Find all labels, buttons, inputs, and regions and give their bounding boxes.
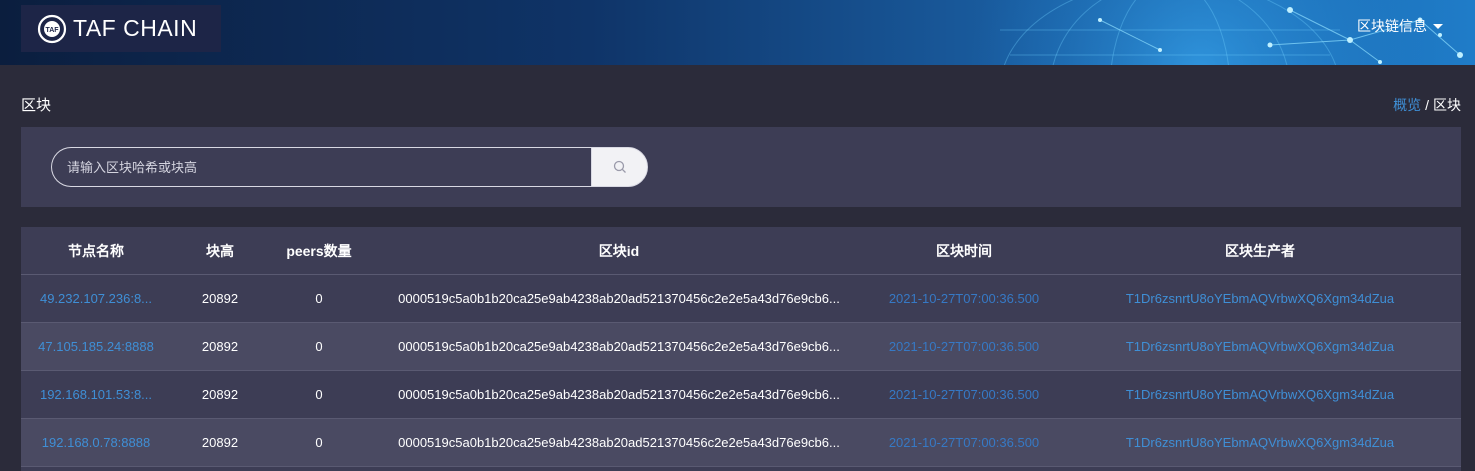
node-link[interactable]: 192.168.101.53:8... [40, 387, 152, 402]
table-row: 47.105.185.24:8888 20892 0 0000519c5a0b1… [21, 322, 1461, 371]
peers-count: 0 [269, 418, 369, 467]
block-height: 20892 [171, 274, 269, 323]
logo-text: TAF CHAIN [73, 15, 198, 41]
peers-count: 0 [269, 322, 369, 371]
search-button[interactable] [591, 147, 648, 187]
node-link[interactable]: 192.168.0.78:8888 [42, 435, 150, 450]
producer-link[interactable]: T1Dr6zsnrtU8oYEbmAQVrbwXQ6Xgm34dZua [1126, 291, 1394, 306]
producer-link[interactable]: T1Dr6zsnrtU8oYEbmAQVrbwXQ6Xgm34dZua [1126, 435, 1394, 450]
breadcrumb: 概览 / 区块 [1393, 95, 1461, 115]
block-height: 20892 [171, 322, 269, 371]
block-height: 20892 [171, 370, 269, 419]
column-header-time: 区块时间 [869, 227, 1059, 275]
chain-info-menu-label: 区块链信息 [1357, 18, 1427, 34]
table-row: 49.232.107.236:8... 20892 0 0000519c5a0b… [21, 274, 1461, 323]
block-time: 2021-10-27T07:00:36.500 [888, 339, 1040, 354]
block-time: 2021-10-27T07:00:36.500 [888, 435, 1040, 450]
block-table: 节点名称 块高 peers数量 区块id 区块时间 区块生产者 49.232.1… [21, 227, 1461, 467]
logo[interactable]: TAF TAF CHAIN [21, 5, 221, 52]
node-link[interactable]: 49.232.107.236:8... [40, 291, 152, 306]
peers-count: 0 [269, 370, 369, 419]
block-height: 20892 [171, 418, 269, 467]
block-time: 2021-10-27T07:00:36.500 [888, 291, 1040, 306]
table-row: 192.168.0.78:8888 20892 0 0000519c5a0b1b… [21, 418, 1461, 467]
peers-count: 0 [269, 274, 369, 323]
column-header-producer: 区块生产者 [1059, 227, 1461, 275]
column-header-node: 节点名称 [21, 227, 171, 275]
breadcrumb-current: 区块 [1433, 97, 1461, 113]
block-id: 0000519c5a0b1b20ca25e9ab4238ab20ad521370… [369, 418, 869, 467]
globe-network-graphic [970, 0, 1463, 65]
column-header-peers: peers数量 [269, 227, 369, 275]
search-panel [21, 127, 1461, 207]
taf-logo-icon: TAF [37, 14, 67, 44]
search-input[interactable] [51, 147, 591, 187]
breadcrumb-home-link[interactable]: 概览 [1393, 95, 1421, 115]
chevron-down-icon [1433, 23, 1443, 29]
block-time: 2021-10-27T07:00:36.500 [888, 387, 1040, 402]
page-title: 区块 [21, 97, 52, 114]
search-box [51, 147, 648, 187]
block-id: 0000519c5a0b1b20ca25e9ab4238ab20ad521370… [369, 274, 869, 323]
block-table-panel: 节点名称 块高 peers数量 区块id 区块时间 区块生产者 49.232.1… [21, 227, 1461, 471]
block-id: 0000519c5a0b1b20ca25e9ab4238ab20ad521370… [369, 370, 869, 419]
producer-link[interactable]: T1Dr6zsnrtU8oYEbmAQVrbwXQ6Xgm34dZua [1126, 387, 1394, 402]
block-id: 0000519c5a0b1b20ca25e9ab4238ab20ad521370… [369, 322, 869, 371]
chain-info-menu[interactable]: 区块链信息 [1357, 16, 1443, 36]
table-row: 192.168.101.53:8... 20892 0 0000519c5a0b… [21, 370, 1461, 419]
node-link[interactable]: 47.105.185.24:8888 [38, 339, 154, 354]
table-header-row: 节点名称 块高 peers数量 区块id 区块时间 区块生产者 [21, 227, 1461, 275]
column-header-block-id: 区块id [369, 227, 869, 275]
column-header-height: 块高 [171, 227, 269, 275]
svg-text:TAF: TAF [45, 27, 59, 34]
breadcrumb-separator: / [1425, 97, 1429, 113]
top-header: TAF TAF CHAIN 区块链信息 [0, 0, 1475, 65]
search-icon [613, 160, 626, 173]
producer-link[interactable]: T1Dr6zsnrtU8oYEbmAQVrbwXQ6Xgm34dZua [1126, 339, 1394, 354]
